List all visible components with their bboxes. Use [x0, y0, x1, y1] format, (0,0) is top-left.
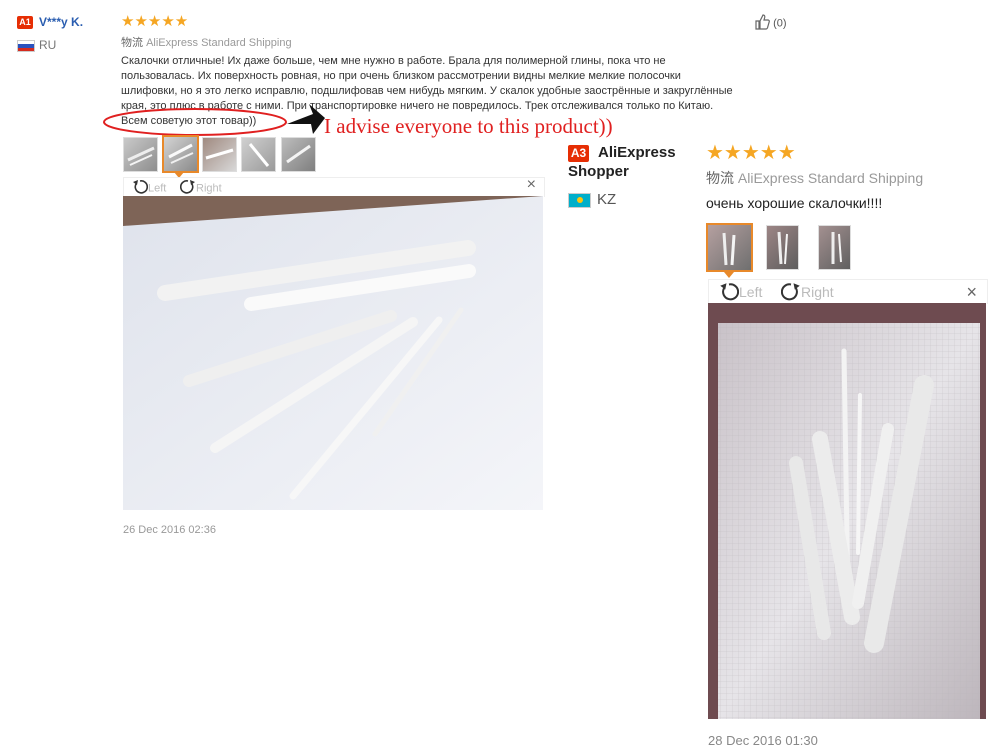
rotate-right-icon: [780, 282, 801, 305]
close-viewer-button[interactable]: ×: [527, 176, 536, 194]
close-viewer-button[interactable]: ×: [966, 282, 977, 303]
flag-icon-kz: [568, 193, 591, 208]
rotate-left-button[interactable]: Left: [719, 282, 762, 305]
photo-thumbnail[interactable]: [281, 137, 316, 172]
reviewer-name-line1: AliExpress: [598, 144, 676, 161]
photo-thumbnail[interactable]: [818, 225, 851, 270]
review-text: очень хорошие скалочки!!!!: [706, 195, 883, 211]
image-viewer-toolbar: Left Right ×: [708, 279, 988, 304]
photo-thumbnail-active[interactable]: [162, 135, 199, 173]
photo-thumbnail[interactable]: [766, 225, 799, 270]
photo-thumbnail[interactable]: [241, 137, 276, 172]
helpful-count: (0): [773, 17, 787, 30]
review-date: 26 Dec 2016 02:36: [123, 524, 216, 536]
logistics-label: 物流: [121, 37, 143, 49]
rotate-left-label: Left: [148, 182, 167, 195]
shipping-info: 物流 AliExpress Standard Shipping: [121, 34, 292, 50]
flag-icon-ru: [17, 40, 35, 52]
active-thumbnail-indicator: [724, 272, 734, 278]
reviewer-name-line2: Shopper: [568, 163, 629, 180]
reviewer-name[interactable]: AliExpress Shopper: [568, 143, 698, 181]
photo-thumbnail[interactable]: [123, 137, 158, 172]
annotation-translation: I advise everyone to this product)): [324, 114, 613, 138]
review-text-line: шлифовки, но я это легко исправлю, подшл…: [121, 85, 733, 97]
rotate-right-label: Right: [801, 284, 834, 301]
photo-thumbnail-active[interactable]: [706, 223, 753, 272]
rotate-left-icon: [719, 282, 740, 305]
rating-stars: ★★★★★: [706, 142, 796, 164]
logistics-label: 物流: [706, 170, 734, 186]
rotate-left-label: Left: [739, 284, 763, 301]
shipping-method: AliExpress Standard Shipping: [146, 37, 292, 49]
review-date: 28 Dec 2016 01:30: [708, 733, 818, 748]
helpful-button[interactable]: (0): [754, 14, 787, 33]
rotate-right-label: Right: [196, 182, 222, 195]
review-photo: [123, 196, 543, 510]
buyer-level-badge: A1: [17, 16, 33, 29]
review-photo: [708, 303, 986, 719]
reviewer-country: KZ: [597, 191, 617, 208]
arrow-icon: [287, 104, 325, 134]
shipping-method: AliExpress Standard Shipping: [737, 170, 924, 186]
thumbs-up-icon: [754, 14, 770, 33]
rotate-right-button[interactable]: Right: [780, 282, 834, 305]
shipping-info: 物流 AliExpress Standard Shipping: [706, 168, 923, 188]
reviewer-country: RU: [39, 38, 57, 52]
annotation-ellipse: [103, 108, 287, 136]
rating-stars: ★★★★★: [121, 13, 189, 30]
review-text-line: пользовалась. Их поверхность ровная, но …: [121, 70, 681, 82]
review-text-line: Скалочки отличные! Их даже больше, чем м…: [121, 55, 666, 67]
image-viewer-toolbar: Left Right ×: [123, 176, 545, 197]
reviewer-name[interactable]: V***y K.: [39, 15, 83, 29]
photo-thumbnail[interactable]: [202, 137, 237, 172]
